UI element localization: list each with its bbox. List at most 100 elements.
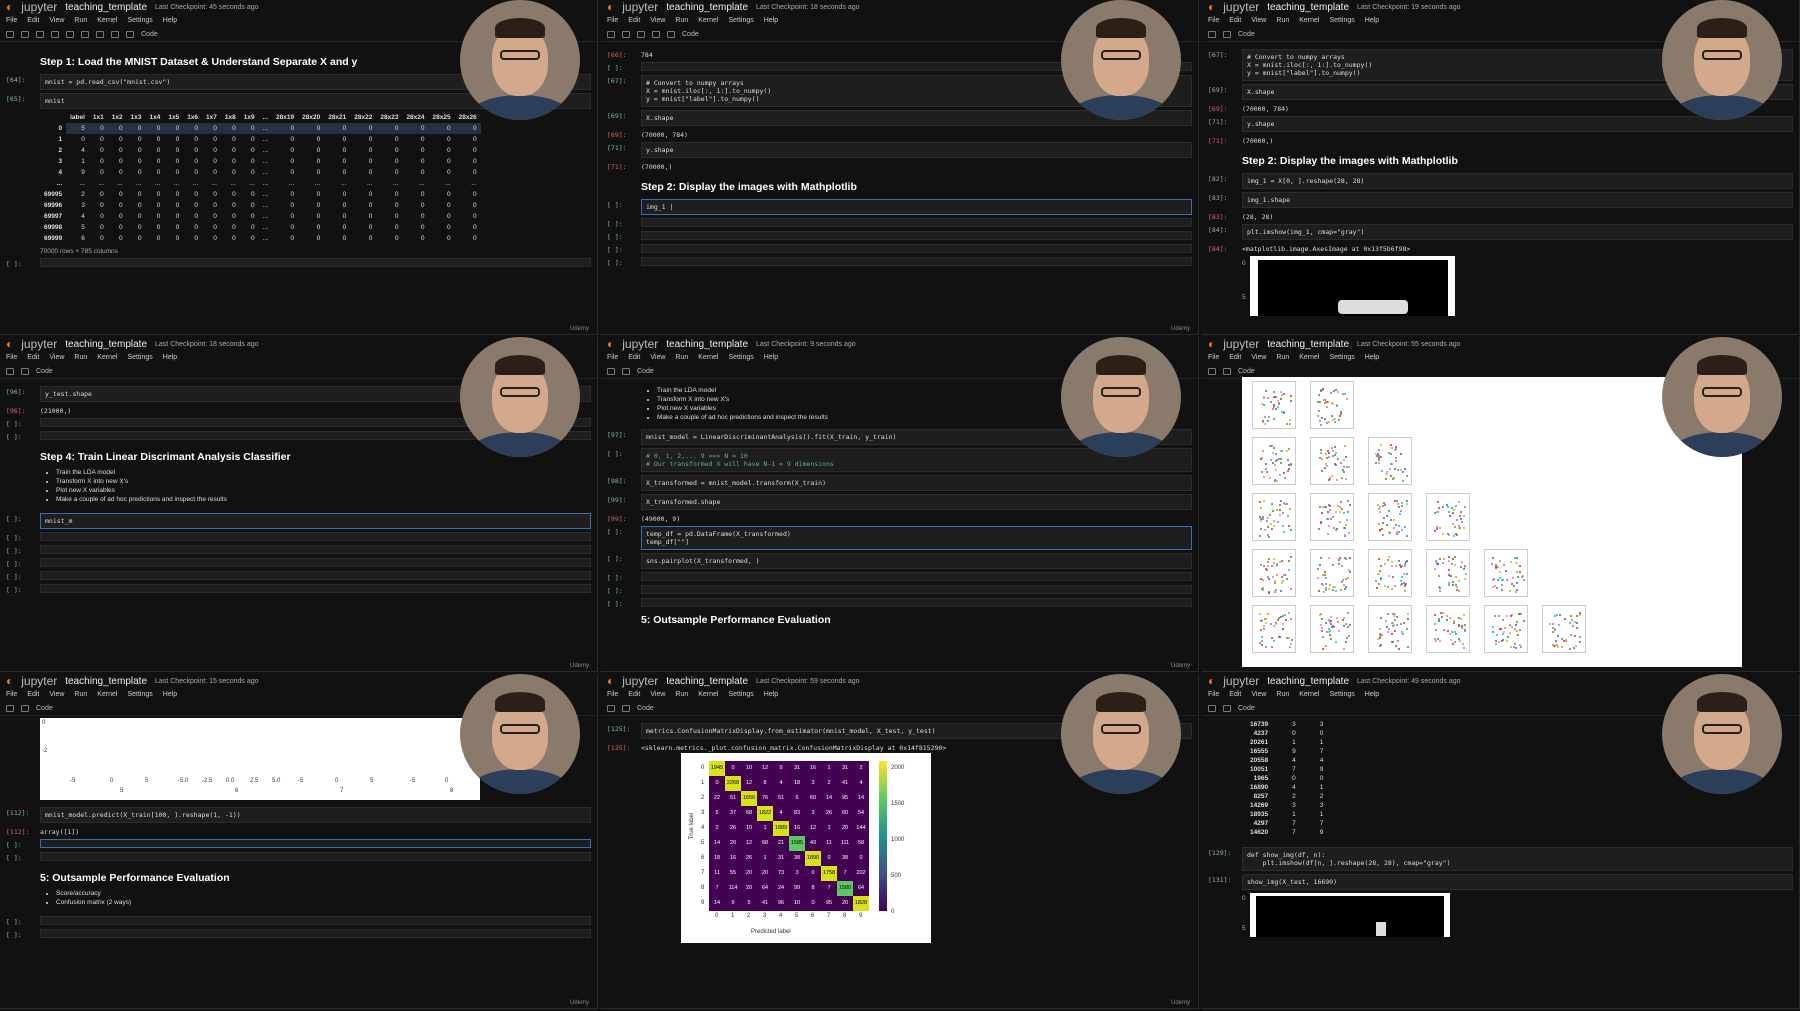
code-input[interactable] — [641, 244, 1192, 253]
code-input[interactable] — [641, 231, 1192, 240]
menu-run[interactable]: Run — [1276, 691, 1289, 698]
notebook-title[interactable]: teaching_template — [666, 2, 748, 13]
code-input[interactable]: temp_df = pd.DataFrame(X_transformed) te… — [641, 526, 1192, 550]
code-input[interactable] — [40, 532, 591, 541]
cell-type-select[interactable]: Code — [682, 31, 699, 38]
menu-view[interactable]: View — [49, 691, 64, 698]
cell-type-select[interactable]: Code — [637, 705, 654, 712]
menu-kernel[interactable]: Kernel — [1299, 691, 1319, 698]
code-input[interactable]: plt.imshow(img_1, cmap="gray") — [1242, 224, 1793, 240]
menu-kernel[interactable]: Kernel — [97, 17, 117, 24]
code-input[interactable] — [641, 598, 1192, 607]
run-icon[interactable] — [21, 367, 29, 375]
code-input[interactable]: X_transformed = mnist_model.transform(X_… — [641, 475, 1192, 491]
save-icon[interactable] — [1208, 704, 1216, 712]
menu-edit[interactable]: Edit — [27, 691, 39, 698]
menu-kernel[interactable]: Kernel — [698, 17, 718, 24]
menu-file[interactable]: File — [1208, 354, 1219, 361]
code-input[interactable]: X_transformed.shape — [641, 494, 1192, 510]
menu-kernel[interactable]: Kernel — [1299, 354, 1319, 361]
code-input[interactable] — [40, 545, 591, 554]
cut-icon[interactable] — [36, 30, 44, 38]
notebook-title[interactable]: teaching_template — [65, 339, 147, 350]
code-input[interactable] — [40, 571, 591, 580]
menu-run[interactable]: Run — [675, 354, 688, 361]
code-input[interactable]: img_1.shape — [1242, 192, 1793, 208]
notebook-title[interactable]: teaching_template — [1267, 339, 1349, 350]
code-cell[interactable]: [ ]: — [6, 571, 591, 581]
menu-view[interactable]: View — [650, 354, 665, 361]
menu-settings[interactable]: Settings — [1329, 354, 1354, 361]
code-cell[interactable]: [ ]: — [6, 839, 591, 849]
save-icon[interactable] — [607, 367, 615, 375]
menu-kernel[interactable]: Kernel — [698, 354, 718, 361]
restart-icon[interactable] — [111, 30, 119, 38]
cell-type-select[interactable]: Code — [637, 368, 654, 375]
code-cell[interactable]: [ ]: — [6, 852, 591, 862]
menu-file[interactable]: File — [1208, 691, 1219, 698]
code-cell[interactable]: [ ]: — [6, 545, 591, 555]
menu-edit[interactable]: Edit — [27, 17, 39, 24]
code-cell[interactable]: [ ]: — [607, 218, 1192, 228]
code-input[interactable]: sns.pairplot(X_transformed, ) — [641, 553, 1192, 569]
code-input[interactable] — [40, 916, 591, 925]
code-cell[interactable]: [ ]: — [6, 258, 591, 268]
cell-type-select[interactable]: Code — [36, 705, 53, 712]
run-icon[interactable] — [21, 704, 29, 712]
add-cell-icon[interactable] — [21, 30, 29, 38]
code-input[interactable]: img_1 = X[0, ].reshape(28, 28) — [1242, 173, 1793, 189]
cell-type-select[interactable]: Code — [1238, 705, 1255, 712]
notebook-title[interactable]: teaching_template — [65, 2, 147, 13]
menu-help[interactable]: Help — [163, 691, 177, 698]
add-cell-icon[interactable] — [622, 30, 630, 38]
code-cell[interactable]: [ ]: — [6, 929, 591, 939]
menu-help[interactable]: Help — [1365, 354, 1379, 361]
code-cell[interactable]: [ ]: — [6, 558, 591, 568]
code-cell[interactable]: [ ]: — [607, 598, 1192, 608]
code-cell[interactable]: [ ]: img_1 | — [607, 199, 1192, 215]
code-input[interactable]: show_img(X_test, 16690) — [1242, 874, 1793, 890]
code-input[interactable] — [641, 257, 1192, 266]
menu-file[interactable]: File — [607, 354, 618, 361]
notebook-title[interactable]: teaching_template — [666, 339, 748, 350]
code-cell[interactable]: [ ]: temp_df = pd.DataFrame(X_transforme… — [607, 526, 1192, 550]
copy-icon[interactable] — [51, 30, 59, 38]
menu-file[interactable]: File — [1208, 17, 1219, 24]
code-input[interactable] — [40, 852, 591, 861]
run-icon[interactable] — [622, 367, 630, 375]
run-icon[interactable] — [1223, 30, 1231, 38]
menu-file[interactable]: File — [6, 354, 17, 361]
menu-edit[interactable]: Edit — [628, 17, 640, 24]
code-cell[interactable]: [ ]: mnist_m — [6, 513, 591, 529]
menu-edit[interactable]: Edit — [1229, 691, 1241, 698]
code-input[interactable]: def show_img(df, n): plt.imshow(df[n, ].… — [1242, 847, 1793, 871]
run-icon[interactable] — [652, 30, 660, 38]
code-cell[interactable]: [129]: def show_img(df, n): plt.imshow(d… — [1208, 847, 1793, 871]
run-icon[interactable] — [1223, 367, 1231, 375]
menu-edit[interactable]: Edit — [628, 354, 640, 361]
code-cell[interactable]: [ ]: — [607, 244, 1192, 254]
code-input[interactable] — [40, 929, 591, 938]
code-cell[interactable]: [71]: y.shape — [607, 142, 1192, 158]
notebook-title[interactable]: teaching_template — [65, 676, 147, 687]
code-input[interactable] — [40, 584, 591, 593]
cut-icon[interactable] — [637, 30, 645, 38]
menu-run[interactable]: Run — [675, 691, 688, 698]
save-icon[interactable] — [6, 30, 14, 38]
menu-edit[interactable]: Edit — [1229, 17, 1241, 24]
save-icon[interactable] — [607, 704, 615, 712]
menu-file[interactable]: File — [6, 691, 17, 698]
menu-run[interactable]: Run — [1276, 354, 1289, 361]
code-cell[interactable]: [ ]: sns.pairplot(X_transformed, ) — [607, 553, 1192, 569]
menu-help[interactable]: Help — [764, 17, 778, 24]
code-input[interactable] — [40, 558, 591, 567]
code-input[interactable] — [40, 839, 591, 848]
code-cell[interactable]: [84]: plt.imshow(img_1, cmap="gray") — [1208, 224, 1793, 240]
stop-icon[interactable] — [96, 30, 104, 38]
menu-settings[interactable]: Settings — [1329, 17, 1354, 24]
run-icon[interactable] — [1223, 704, 1231, 712]
menu-help[interactable]: Help — [1365, 691, 1379, 698]
menu-view[interactable]: View — [1251, 354, 1266, 361]
menu-help[interactable]: Help — [163, 17, 177, 24]
menu-settings[interactable]: Settings — [1329, 691, 1354, 698]
